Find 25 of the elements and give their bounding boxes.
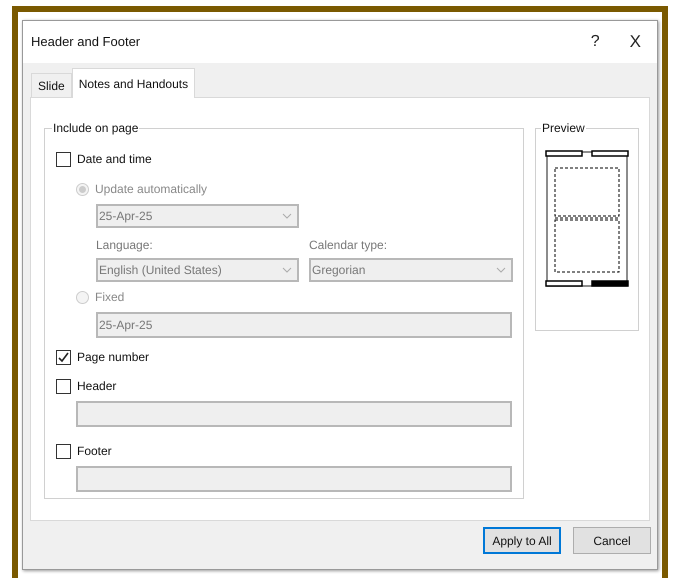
close-button[interactable]: X: [630, 29, 641, 55]
checkbox-label: Footer: [77, 443, 112, 460]
window-title: Header and Footer: [31, 33, 140, 52]
field-label: Language:: [96, 237, 154, 254]
chevron-down-icon: [496, 267, 506, 273]
checkbox-label: Page number: [77, 349, 150, 366]
tab[interactable]: Slide: [31, 73, 72, 97]
checkbox[interactable]: [56, 444, 71, 458]
help-button[interactable]: ?: [590, 30, 600, 54]
checkbox[interactable]: [56, 152, 71, 166]
radio-label: Update automatically: [95, 181, 208, 198]
chevron-down-icon: [282, 213, 292, 219]
checkmark-icon: [58, 352, 69, 362]
checkbox[interactable]: [56, 350, 71, 364]
chevron-down-icon: [282, 267, 292, 273]
radio-label: Fixed: [95, 289, 124, 306]
checkbox[interactable]: [56, 378, 71, 394]
group-title: Preview: [541, 121, 586, 135]
tab[interactable]: Notes and Handouts: [72, 68, 196, 98]
group-title: Include on page: [52, 121, 140, 135]
dialog-button[interactable]: Cancel: [573, 527, 651, 554]
field-label: Calendar type:: [309, 237, 388, 254]
checkbox-label: Header: [77, 378, 116, 395]
checkbox-label: Date and time: [77, 151, 152, 168]
dialog-button[interactable]: Apply to All: [483, 527, 561, 554]
